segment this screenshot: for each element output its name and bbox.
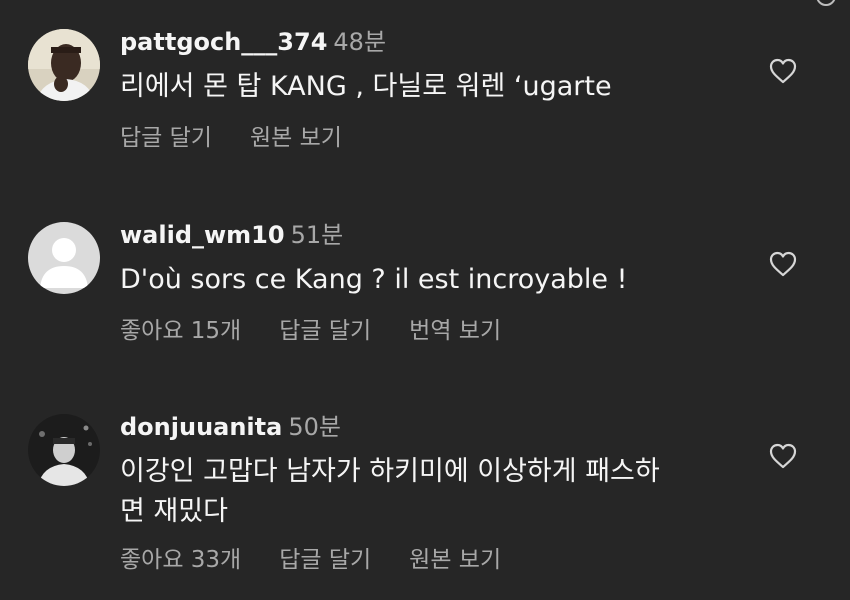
- comment-text-line: 이강인 고맙다 남자가 하키미에 이상하게 패스하: [120, 456, 660, 487]
- comment-timestamp: 48분: [333, 28, 387, 56]
- comment-timestamp: 50분: [288, 413, 341, 441]
- view-original-button[interactable]: 원본 보기: [250, 125, 342, 151]
- comment-username[interactable]: walid_wm10: [120, 221, 285, 249]
- view-original-button[interactable]: 원본 보기: [409, 547, 501, 573]
- heart-outline-icon[interactable]: [768, 57, 798, 85]
- heart-outline-icon[interactable]: [768, 442, 798, 470]
- partial-circle-icon[interactable]: [816, 0, 836, 6]
- reply-button[interactable]: 답글 달기: [279, 318, 371, 344]
- view-translation-button[interactable]: 번역 보기: [409, 318, 501, 344]
- comment-text-line: 면 재밌다: [120, 496, 228, 527]
- comment-text-line: 리에서 몬 탑 KANG , 다닐로 워렌 ‘ugarte: [120, 71, 612, 102]
- user-avatar[interactable]: [28, 414, 100, 486]
- likes-count[interactable]: 좋아요 33개: [120, 547, 241, 573]
- comment-text-line: D'où sors ce Kang ? il est incroyable !: [120, 264, 628, 295]
- comment-timestamp: 51분: [290, 221, 344, 249]
- reply-button[interactable]: 답글 달기: [279, 547, 371, 573]
- reply-button[interactable]: 답글 달기: [120, 125, 212, 151]
- comment-username[interactable]: donjuuanita: [120, 413, 282, 441]
- user-avatar[interactable]: [28, 222, 100, 294]
- likes-count[interactable]: 좋아요 15개: [120, 318, 241, 344]
- heart-outline-icon[interactable]: [768, 250, 798, 278]
- comment-username[interactable]: pattgoch___374: [120, 28, 327, 56]
- user-avatar[interactable]: [28, 29, 100, 101]
